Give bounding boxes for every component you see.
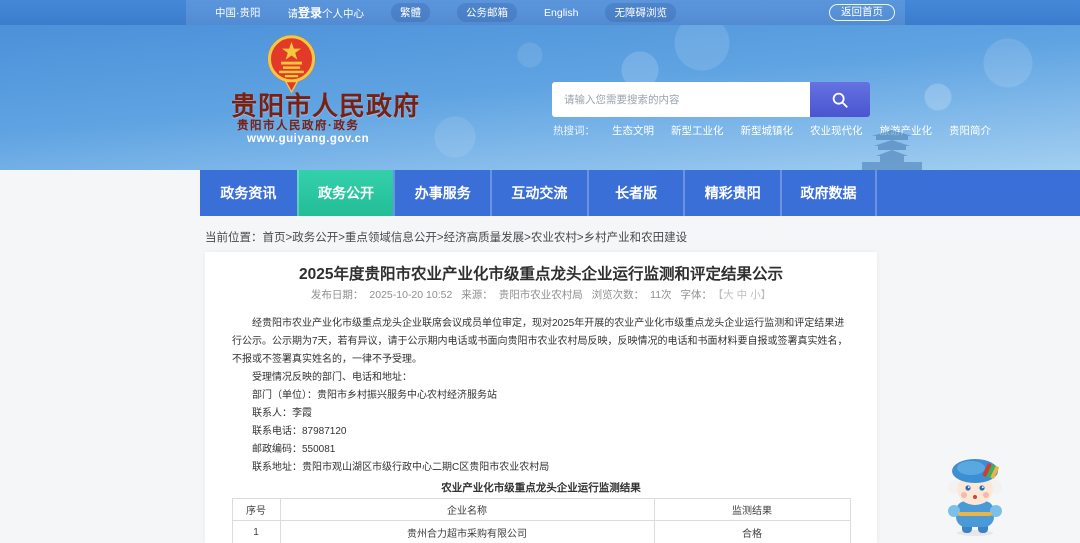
header-cell-no: 序号 — [231, 498, 281, 521]
paragraph: 受理情况反映的部门、电话和地址： — [252, 372, 412, 383]
topbar-link-english[interactable]: English — [544, 7, 578, 19]
article-body: 经贵阳市农业产业化市级重点龙头企业联席会议成员单位审定，现对2025年开展的农业… — [205, 315, 877, 477]
hot-search-label: 热搜词： — [553, 125, 595, 137]
cell-result: 合格 — [653, 520, 851, 543]
meta-views-label: 浏览次数： — [591, 289, 645, 301]
paragraph-address: 联系地址：贵阳市观山湖区市级行政中心二期C区贵阳市农业农村局 — [252, 462, 550, 473]
paragraph-postcode: 邮政编码：550081 — [252, 444, 336, 455]
hot-word[interactable]: 新型工业化 — [671, 123, 724, 138]
article-card: 2025年度贵阳市农业产业化市级重点龙头企业运行监测和评定结果公示 发布日期： 2… — [205, 252, 877, 543]
hot-word[interactable]: 新型城镇化 — [741, 123, 794, 138]
nav-item-zhengwu-zixun[interactable]: 政务资讯 — [200, 170, 297, 216]
search-button[interactable] — [810, 82, 870, 117]
table-row: 1 贵州合力超市采购有限公司 合格 — [231, 520, 851, 543]
meta-views: 11次 — [650, 289, 672, 301]
table-caption: 农业产业化市级重点龙头企业运行监测结果 — [441, 482, 641, 494]
nav-item-zhangzheban[interactable]: 长者版 — [586, 170, 684, 216]
cell-name: 贵州合力超市采购有限公司 — [279, 520, 655, 543]
main-nav: 政务资讯 政务公开 办事服务 互动交流 长者版 精彩贵阳 政府数据 — [200, 170, 1080, 216]
site-subtitle: 贵阳市人民政府·政务 — [237, 120, 360, 132]
hot-word[interactable]: 农业现代化 — [810, 123, 863, 138]
font-size-switcher[interactable]: 【大 中 小】 — [718, 289, 771, 301]
table-header-row: 序号 企业名称 监测结果 — [231, 498, 851, 521]
cell-no: 1 — [231, 520, 281, 543]
paragraph-dept: 部门（单位）：贵阳市乡村振兴服务中心农村经济服务站 — [252, 390, 497, 401]
header-banner: 贵阳市人民政府 贵阳市人民政府·政务 www.guiyang.gov.cn 热搜… — [0, 25, 1080, 170]
city-silhouette — [862, 130, 922, 170]
meta-source: 贵阳市农业农村局 — [498, 289, 583, 301]
nav-item-hudong-jiaoliu[interactable]: 互动交流 — [490, 170, 587, 216]
meta-font-label: 字体： — [680, 289, 712, 301]
monitor-result-table: 序号 企业名称 监测结果 1 贵州合力超市采购有限公司 合格 2 贵州友禾种业有… — [231, 498, 851, 543]
login-post: 个人中心 — [322, 8, 365, 20]
mascot-assistant[interactable] — [941, 457, 1009, 537]
breadcrumb-label: 当前位置： — [205, 232, 263, 244]
topbar-link-mail[interactable]: 公务邮箱 — [457, 3, 518, 22]
nav-item-banshi-fuwu[interactable]: 办事服务 — [393, 170, 490, 216]
login-pre: 请 — [287, 8, 299, 20]
meta-source-label: 来源： — [461, 289, 493, 301]
topbar-link-region[interactable]: 中国·贵阳 — [215, 5, 261, 20]
hot-word[interactable]: 生态文明 — [612, 123, 654, 138]
topbar: 中国·贵阳 请登录个人中心 繁體 公务邮箱 English 无障碍浏览 返回首页 — [0, 0, 1080, 25]
topbar-menu: 中国·贵阳 请登录个人中心 繁體 公务邮箱 English 无障碍浏览 — [215, 0, 676, 25]
breadcrumb: 当前位置：首页>政务公开>重点领域信息公开>经济高质量发展>农业农村>乡村产业和… — [205, 229, 687, 245]
nav-item-zhengfu-shuju[interactable]: 政府数据 — [780, 170, 877, 216]
topbar-link-login[interactable]: 请登录个人中心 — [288, 4, 365, 21]
search-input[interactable] — [552, 82, 810, 117]
content-area: 当前位置：首页>政务公开>重点领域信息公开>经济高质量发展>农业农村>乡村产业和… — [0, 216, 1080, 543]
hot-search-row: 热搜词： 生态文明 新型工业化 新型城镇化 农业现代化 旅游产业化 贵阳简介 — [553, 123, 991, 138]
paragraph-contact: 联系人：李霞 — [252, 408, 312, 419]
nav-item-jingcai-guiyang[interactable]: 精彩贵阳 — [683, 170, 780, 216]
nav-item-zhengwu-gongkai[interactable]: 政务公开 — [296, 170, 394, 216]
back-home-button[interactable]: 返回首页 — [829, 4, 895, 21]
header-cell-result: 监测结果 — [653, 498, 851, 521]
magnifier-icon — [832, 92, 848, 108]
paragraph: 经贵阳市农业产业化市级重点龙头企业联席会议成员单位审定，现对2025年开展的农业… — [232, 318, 848, 365]
paragraph-phone: 联系电话：87987120 — [252, 426, 347, 437]
hot-word[interactable]: 贵阳简介 — [949, 123, 991, 138]
topbar-link-traditional[interactable]: 繁體 — [391, 3, 431, 22]
page: 中国·贵阳 请登录个人中心 繁體 公务邮箱 English 无障碍浏览 返回首页… — [0, 0, 1080, 543]
login-bold: 登录 — [298, 6, 323, 20]
breadcrumb-path[interactable]: 首页>政务公开>重点领域信息公开>经济高质量发展>农业农村>乡村产业和农田建设 — [263, 232, 688, 244]
topbar-link-accessibility[interactable]: 无障碍浏览 — [605, 3, 676, 22]
header-cell-name: 企业名称 — [279, 498, 655, 521]
meta-date-label: 发布日期： — [310, 289, 364, 301]
site-url: www.guiyang.gov.cn — [247, 133, 370, 145]
article-meta: 发布日期： 2025-10-20 10:52 来源： 贵阳市农业农村局 浏览次数： 1… — [205, 289, 877, 302]
article-title: 2025年度贵阳市农业产业化市级重点龙头企业运行监测和评定结果公示 — [299, 266, 783, 283]
meta-date: 2025-10-20 10:52 — [369, 289, 453, 301]
